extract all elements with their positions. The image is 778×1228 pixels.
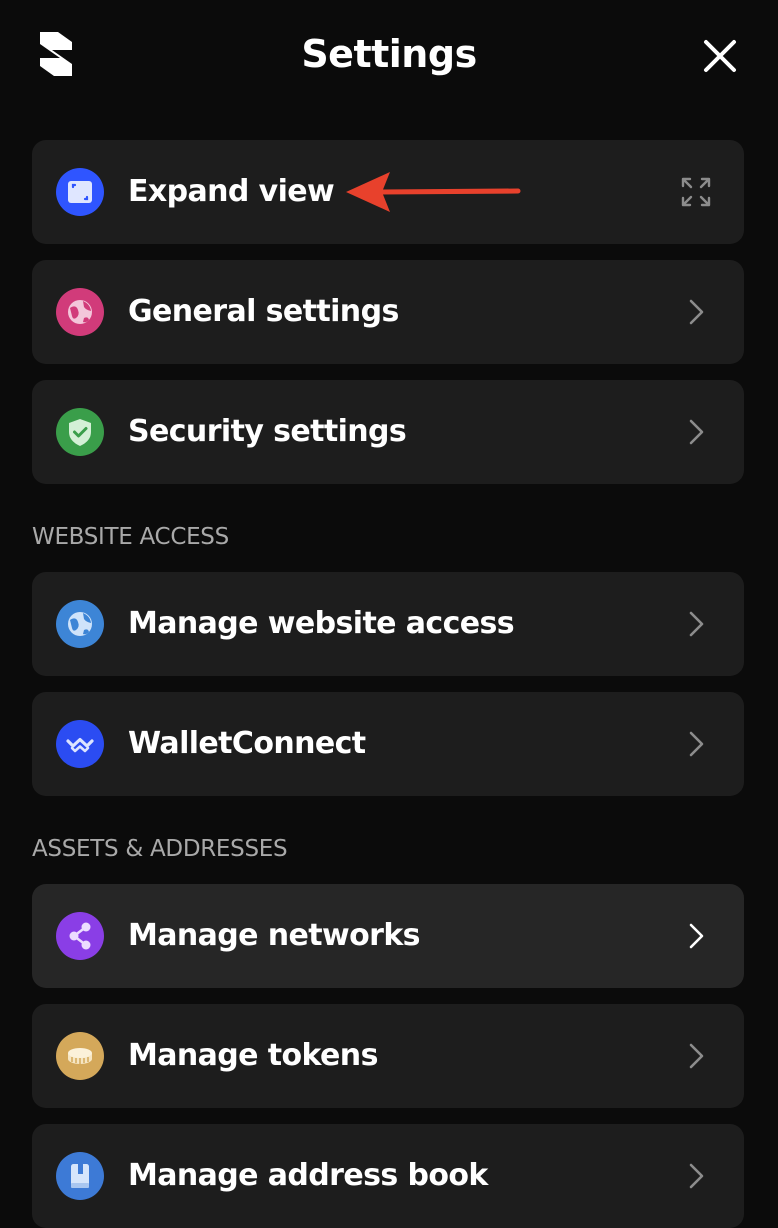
chevron-right-icon xyxy=(689,731,704,757)
share-nodes-icon xyxy=(56,912,104,960)
walletconnect-item[interactable]: WalletConnect xyxy=(32,692,744,796)
chevron-right-icon xyxy=(689,1043,704,1069)
chevron-right-icon xyxy=(689,419,704,445)
globe-icon xyxy=(56,600,104,648)
chevron-right-icon xyxy=(689,923,704,949)
section-title-assets-addresses: ASSETS & ADDRESSES xyxy=(32,836,288,862)
manage-website-access-item[interactable]: Manage website access xyxy=(32,572,744,676)
globe-icon xyxy=(56,288,104,336)
manage-website-access-label: Manage website access xyxy=(128,606,515,641)
walletconnect-label: WalletConnect xyxy=(128,726,366,761)
manage-address-book-item[interactable]: Manage address book xyxy=(32,1124,744,1228)
header: Settings xyxy=(0,0,778,110)
expand-view-icon xyxy=(56,168,104,216)
chevron-right-icon xyxy=(689,299,704,325)
page-title: Settings xyxy=(301,32,477,76)
walletconnect-icon xyxy=(56,720,104,768)
address-book-icon xyxy=(56,1152,104,1200)
security-settings-label: Security settings xyxy=(128,414,407,449)
security-settings-item[interactable]: Security settings xyxy=(32,380,744,484)
general-settings-item[interactable]: General settings xyxy=(32,260,744,364)
chevron-right-icon xyxy=(689,611,704,637)
manage-networks-item[interactable]: Manage networks xyxy=(32,884,744,988)
expand-view-label: Expand view xyxy=(128,174,335,209)
section-title-website-access: WEBSITE ACCESS xyxy=(32,524,229,550)
manage-tokens-label: Manage tokens xyxy=(128,1038,378,1073)
chevron-right-icon xyxy=(689,1163,704,1189)
annotation-arrow-icon xyxy=(346,172,521,212)
manage-networks-label: Manage networks xyxy=(128,918,421,953)
general-settings-label: General settings xyxy=(128,294,399,329)
shield-check-icon xyxy=(56,408,104,456)
coin-icon xyxy=(56,1032,104,1080)
expand-arrows-icon[interactable] xyxy=(680,176,712,208)
manage-address-book-label: Manage address book xyxy=(128,1158,488,1193)
close-icon[interactable] xyxy=(700,36,740,76)
manage-tokens-item[interactable]: Manage tokens xyxy=(32,1004,744,1108)
